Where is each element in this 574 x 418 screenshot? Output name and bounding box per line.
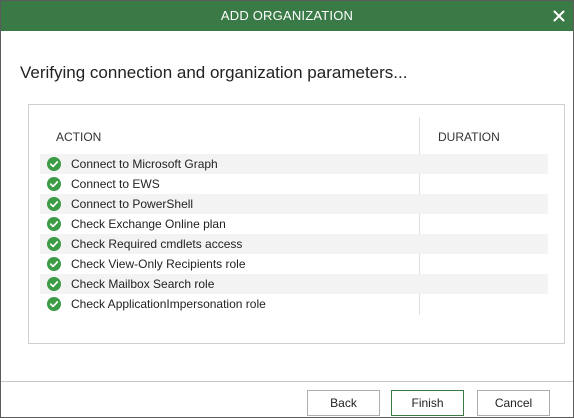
row-action-label: Connect to PowerShell <box>71 197 194 211</box>
close-icon[interactable] <box>547 1 571 31</box>
back-button[interactable]: Back <box>307 390 380 416</box>
title-bar: ADD ORGANIZATION <box>1 1 573 31</box>
row-action-label: Check Exchange Online plan <box>71 217 226 231</box>
row-action-label: Check View-Only Recipients role <box>71 257 246 271</box>
column-header-action[interactable]: ACTION <box>56 130 101 144</box>
row-action-label: Check Mailbox Search role <box>71 277 215 291</box>
success-check-icon <box>47 277 61 291</box>
dialog-title: ADD ORGANIZATION <box>220 8 354 23</box>
success-check-icon <box>47 177 61 191</box>
table-row[interactable]: Check View-Only Recipients role <box>40 254 548 274</box>
table-row[interactable]: Check Exchange Online plan <box>40 214 548 234</box>
page-heading: Verifying connection and organization pa… <box>20 63 408 82</box>
success-check-icon <box>47 237 61 251</box>
verification-table: ACTION DURATION Connect to Microsoft Gra… <box>28 104 565 344</box>
table-rows: Connect to Microsoft Graph Connect to EW… <box>40 154 548 314</box>
success-check-icon <box>47 217 61 231</box>
success-check-icon <box>47 197 61 211</box>
finish-button[interactable]: Finish <box>391 390 464 416</box>
row-action-label: Connect to Microsoft Graph <box>71 157 218 171</box>
success-check-icon <box>47 157 61 171</box>
add-organization-dialog: ADD ORGANIZATION Verifying connection an… <box>0 0 574 418</box>
footer-divider <box>1 381 573 382</box>
close-icon-glyph <box>553 10 565 22</box>
row-action-label: Connect to EWS <box>71 177 160 191</box>
table-row[interactable]: Connect to EWS <box>40 174 548 194</box>
column-header-duration[interactable]: DURATION <box>438 130 500 144</box>
row-action-label: Check ApplicationImpersonation role <box>71 297 266 311</box>
table-row[interactable]: Connect to Microsoft Graph <box>40 154 548 174</box>
success-check-icon <box>47 297 61 311</box>
cancel-button[interactable]: Cancel <box>477 390 550 416</box>
success-check-icon <box>47 257 61 271</box>
row-action-label: Check Required cmdlets access <box>71 237 243 251</box>
table-row[interactable]: Check Required cmdlets access <box>40 234 548 254</box>
table-row[interactable]: Connect to PowerShell <box>40 194 548 214</box>
table-row[interactable]: Check ApplicationImpersonation role <box>40 294 548 314</box>
table-row[interactable]: Check Mailbox Search role <box>40 274 548 294</box>
